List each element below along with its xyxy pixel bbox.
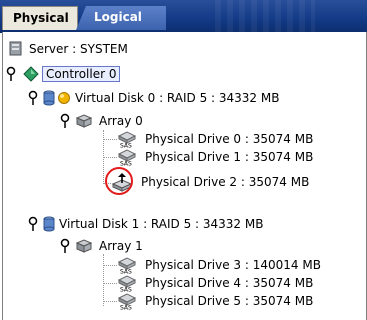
array-0-label: Array 0 [99,114,143,128]
tab-bar: Physical Logical [0,0,367,33]
tab-logical[interactable]: Logical [76,6,166,30]
tab-physical[interactable]: Physical [2,6,78,30]
tree-node-virtual-disk-1[interactable]: Virtual Disk 1 : RAID 5 : 34332 MB [27,215,263,233]
physical-drive-0-label: Physical Drive 0 : 35074 MB [145,132,314,146]
physical-drive-1-label: Physical Drive 1 : 35074 MB [145,150,314,164]
device-tree-panel: Server : SYSTEM Controller 0 Virtual Dis… [2,32,367,320]
tree-line [103,157,117,158]
tree-line [103,301,117,302]
tree-node-server[interactable]: Server : SYSTEM [9,40,128,58]
tree-node-physical-drive-1[interactable]: SAS Physical Drive 1 : 35074 MB [117,148,313,166]
expand-pin-icon[interactable] [59,113,73,129]
array-1-label: Array 1 [99,239,143,253]
physical-drive-3-label: Physical Drive 3 : 140014 MB [145,258,321,272]
sas-drive-icon: SAS [117,131,137,148]
virtual-disk-0-label: Virtual Disk 0 : RAID 5 : 34332 MB [75,91,280,105]
tab-bar-decoration [215,0,315,32]
virtual-disk-icon [43,90,55,106]
sas-drive-icon: SAS [117,257,137,274]
tree-node-physical-drive-3[interactable]: SAS Physical Drive 3 : 140014 MB [117,256,321,274]
tree-line [103,265,117,266]
warning-status-icon [58,92,70,104]
tree-line [103,254,104,306]
tree-node-physical-drive-0[interactable]: SAS Physical Drive 0 : 35074 MB [117,130,313,148]
virtual-disk-icon [43,216,55,232]
array-icon [75,239,93,253]
sas-drive-icon: SAS [117,275,137,292]
tree-node-physical-drive-4[interactable]: SAS Physical Drive 4 : 35074 MB [117,274,313,292]
tree-node-controller[interactable]: Controller 0 [5,65,121,83]
server-icon [9,41,22,56]
tree-node-virtual-disk-0[interactable]: Virtual Disk 0 : RAID 5 : 34332 MB [27,89,279,107]
server-label: Server : SYSTEM [29,42,128,56]
device-tree: Server : SYSTEM Controller 0 Virtual Dis… [3,32,366,320]
sas-drive-icon: SAS [117,293,137,311]
controller-diamond-icon [23,66,39,82]
tree-line [103,139,117,140]
expand-pin-icon[interactable] [27,216,41,232]
tree-node-array-1[interactable]: Array 1 [59,237,143,255]
physical-drive-2-label: Physical Drive 2 : 35074 MB [141,175,310,189]
tree-node-physical-drive-5[interactable]: SAS Physical Drive 5 : 35074 MB [117,292,313,310]
controller-label: Controller 0 [41,66,121,82]
expand-pin-icon[interactable] [27,90,41,106]
highlight-circle [105,167,133,195]
svg-text:SAS: SAS [120,305,132,311]
tree-node-physical-drive-2[interactable]: Physical Drive 2 : 35074 MB [111,173,310,192]
expand-pin-icon[interactable] [5,66,19,82]
physical-drive-4-label: Physical Drive 4 : 35074 MB [145,276,314,290]
virtual-disk-1-label: Virtual Disk 1 : RAID 5 : 34332 MB [59,217,264,231]
expand-pin-icon[interactable] [59,238,73,254]
array-icon [75,114,93,128]
svg-text:SAS: SAS [120,161,132,167]
sas-drive-icon: SAS [117,149,137,167]
tree-node-array-0[interactable]: Array 0 [59,112,143,130]
tree-line [103,283,117,284]
physical-drive-5-label: Physical Drive 5 : 35074 MB [145,294,314,308]
